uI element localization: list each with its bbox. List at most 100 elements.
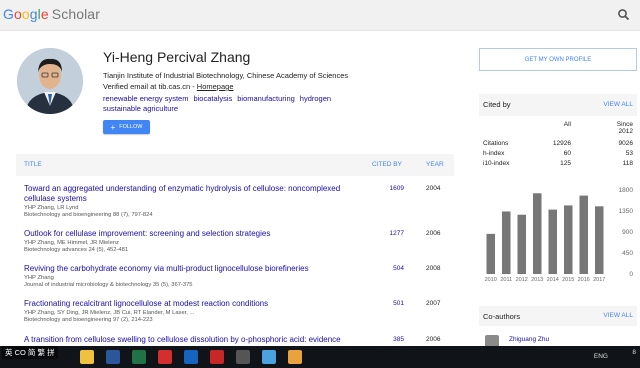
stats-row: i10-index 125 118 [483,160,633,169]
sort-by-year[interactable]: YEAR [426,161,444,168]
stats-label[interactable]: Citations [483,140,508,147]
publication-authors: YHP Zhang, LR Lynd [24,205,79,211]
stats-since: 9026 [618,140,633,147]
follow-label: FOLLOW [119,124,143,130]
y-tick-label: 900 [622,229,633,236]
file-explorer-icon[interactable] [80,350,94,364]
sort-by-title[interactable]: TITLE [24,161,42,168]
chart-bar[interactable] [594,206,604,274]
publication-year: 2008 [426,265,441,272]
cited-by-header: Cited by VIEW ALL [479,94,637,116]
x-tick-label: 2012 [516,277,528,283]
publication-authors: YHP Zhang, SY Ding, JR Mielenz, JB Cui, … [24,310,195,316]
coauthor-item[interactable]: Zhiguang Zhu [479,333,637,349]
chrome-icon[interactable] [288,350,302,364]
stats-label[interactable]: h-index [483,150,504,157]
logo-letter: g [29,6,38,22]
stats-col-all: All [563,121,571,128]
publication-title[interactable]: A transition from cellulose swelling to … [24,335,364,345]
publication-title[interactable]: Reviving the carbohydrate economy via mu… [24,264,364,274]
profile-photo [17,48,83,114]
research-interests: renewable energy system biocatalysis bioma… [103,94,383,114]
windows-taskbar: ENG 8 [0,346,640,368]
publications-header: TITLE CITED BY YEAR [16,154,454,176]
cited-by-title: Cited by [483,100,511,109]
homepage-link[interactable]: Homepage [197,82,234,91]
chart-bar[interactable] [486,233,496,274]
chart-bar[interactable] [532,193,542,274]
cited-by-count[interactable]: 1277 [372,230,404,237]
email-text: Verified email at tib.cas.cn - [103,82,197,91]
logo-letter: e [40,6,49,22]
publication-year: 2006 [426,230,441,237]
stats-since: 118 [622,160,633,167]
y-tick-label: 0 [629,271,633,278]
publication-year: 2004 [426,185,441,192]
stats-row: h-index 60 53 [483,150,633,159]
x-tick-label: 2014 [547,277,559,283]
publication-title[interactable]: Toward an aggregated understanding of en… [24,184,364,204]
stats-since: 53 [625,150,633,157]
x-tick-label: 2015 [562,277,574,283]
stats-label[interactable]: i10-index [483,160,509,167]
y-tick-label: 450 [622,250,633,257]
excel-icon[interactable] [132,350,146,364]
search-icon[interactable] [616,7,632,23]
publication-title[interactable]: Fractionating recalcitrant lignocellulos… [24,299,364,309]
stats-header-row: All Since 2012 [483,121,633,135]
coauthor-name[interactable]: Zhiguang Zhu [509,336,549,343]
ime-toolbar[interactable]: 英 CO 简 繁 拼 [2,346,58,359]
chart-bar[interactable] [501,211,511,274]
language-indicator[interactable]: ENG [594,353,608,360]
publication-authors: YHP Zhang [24,275,54,281]
sort-by-cited[interactable]: CITED BY [372,161,402,168]
cited-by-count[interactable]: 504 [372,265,404,272]
zotero-icon[interactable] [236,350,250,364]
publication-authors: YHP Zhang, ME Himmel, JR Mielenz [24,240,119,246]
interest-link[interactable]: sustainable agriculture [103,104,178,113]
logo-letter: G [3,6,14,22]
logo-letter: o [21,6,30,22]
stats-all: 125 [560,160,571,167]
x-tick-label: 2016 [578,277,590,283]
chart-bar[interactable] [517,214,527,274]
follow-button[interactable]: + FOLLOW [103,120,150,134]
app-icon[interactable] [184,350,198,364]
get-own-profile-button[interactable]: GET MY OWN PROFILE [479,48,637,71]
cited-by-count[interactable]: 501 [372,300,404,307]
citations-per-year-chart: 1800 1350 900 450 0 2010 2011 2012 2013 2014 2015 2… [485,187,634,283]
x-tick-label: 2010 [485,277,497,283]
logo-scholar-text: Scholar [51,6,100,22]
mendeley-icon[interactable] [210,350,224,364]
cited-by-view-all[interactable]: VIEW ALL [603,101,633,108]
google-scholar-logo[interactable]: Google Scholar [3,6,100,22]
interest-link[interactable]: renewable energy system [103,94,188,103]
top-bar: Google Scholar [0,0,640,31]
chart-bar[interactable] [563,205,573,274]
coauthors-title: Co-authors [483,312,521,321]
publication-title[interactable]: Outlook for cellulase improvement: scree… [24,229,364,239]
word-icon[interactable] [106,350,120,364]
publication-venue: Journal of industrial microbiology & bio… [24,282,193,288]
chart-bar[interactable] [579,195,589,274]
coauthors-view-all[interactable]: VIEW ALL [603,312,633,319]
y-tick-label: 1800 [619,187,634,194]
publication-venue: Biotechnology and bioengineering 88 (7),… [24,212,153,218]
interest-link[interactable]: biomanufacturing [237,94,295,103]
app-icon[interactable] [262,350,276,364]
publication-year: 2006 [426,336,441,343]
interest-link[interactable]: biocatalysis [193,94,232,103]
plus-icon: + [110,122,116,132]
y-tick-label: 1350 [619,208,634,215]
system-clock[interactable]: 8 [632,349,636,356]
x-tick-label: 2011 [500,277,512,283]
publication-year: 2007 [426,300,441,307]
cited-by-count[interactable]: 1609 [372,185,404,192]
profile-name: Yi-Heng Percival Zhang [103,49,251,65]
pdf-icon[interactable] [158,350,172,364]
profile-affiliation: Tianjin Institute of Industrial Biotechn… [103,71,349,80]
interest-link[interactable]: hydrogen [300,94,331,103]
publication-venue: Biotechnology and bioengineering 97 (2),… [24,317,153,323]
cited-by-count[interactable]: 385 [372,336,404,343]
chart-bar[interactable] [548,209,558,274]
